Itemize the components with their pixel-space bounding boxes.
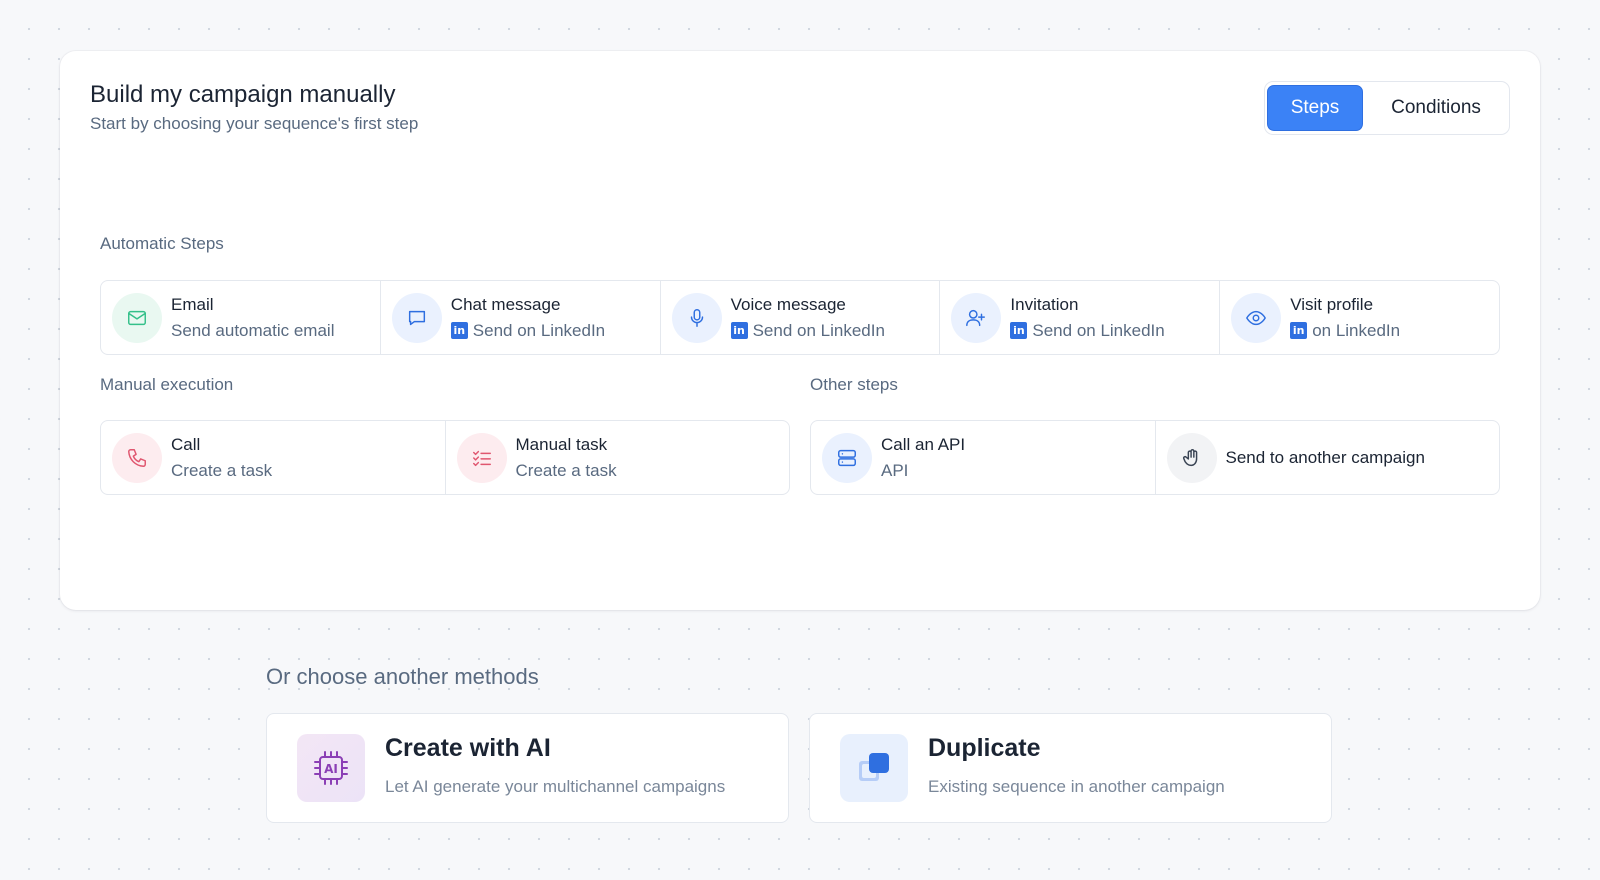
- step-title: Manual task: [515, 434, 608, 454]
- chat-icon: [391, 292, 442, 343]
- other-steps-label: Other steps: [810, 375, 898, 394]
- duplicate-card[interactable]: Duplicate Existing sequence in another c…: [809, 713, 1332, 823]
- steps-tab[interactable]: Steps: [1267, 85, 1363, 131]
- manual-execution-label: Manual execution: [100, 375, 234, 394]
- step-subtitle: API: [881, 460, 909, 480]
- page-subtitle: Start by choosing your sequence's first …: [90, 114, 419, 133]
- method-subtitle: Let AI generate your multichannel campai…: [385, 777, 726, 796]
- method-title: Duplicate: [928, 734, 1041, 762]
- step-invitation[interactable]: Invitation in Send on LinkedIn: [940, 281, 1221, 354]
- step-subtitle: on LinkedIn: [1312, 320, 1401, 340]
- step-title: Send to another campaign: [1225, 447, 1425, 467]
- ai-chip-icon: AI: [297, 734, 365, 802]
- step-title: Call: [171, 434, 201, 454]
- server-icon: [822, 432, 872, 483]
- step-subtitle: Send automatic email: [171, 320, 335, 340]
- manual-builder-card: Build my campaign manually Start by choo…: [60, 51, 1540, 610]
- step-title: Invitation: [1010, 294, 1079, 314]
- linkedin-icon: in: [730, 322, 748, 339]
- step-subtitle: Send on LinkedIn: [472, 320, 606, 340]
- linkedin-icon: in: [450, 322, 468, 339]
- microphone-icon: [671, 292, 722, 343]
- other-steps-row: Call an API API Send to another campaign: [810, 420, 1500, 495]
- step-visit-profile[interactable]: Visit profile in on LinkedIn: [1220, 281, 1499, 354]
- step-call[interactable]: Call Create a task: [101, 421, 446, 494]
- other-methods-title: Or choose another methods: [266, 664, 539, 689]
- step-email[interactable]: Email Send automatic email: [101, 281, 381, 354]
- step-subtitle: Send on LinkedIn: [752, 320, 885, 340]
- duplicate-icon: [840, 734, 908, 802]
- linkedin-icon: in: [1290, 322, 1308, 339]
- step-send-to-another-campaign[interactable]: Send to another campaign: [1156, 421, 1500, 494]
- step-subtitle: Create a task: [515, 460, 617, 480]
- user-plus-icon: [951, 292, 1002, 343]
- step-subtitle: Create a task: [171, 460, 273, 480]
- ai-chip-label: AI: [324, 762, 338, 776]
- phone-icon: [112, 432, 162, 483]
- manual-steps-row: Call Create a task Manual task Create a …: [100, 420, 790, 495]
- step-title: Voice message: [730, 294, 846, 314]
- create-with-ai-card[interactable]: AI Create with AI Let AI generate your m…: [266, 713, 789, 823]
- eye-icon: [1231, 292, 1282, 343]
- page-title: Build my campaign manually: [90, 81, 396, 108]
- step-title: Visit profile: [1290, 294, 1374, 314]
- step-title: Chat message: [450, 294, 561, 314]
- step-title: Email: [171, 294, 214, 314]
- step-chat-message[interactable]: Chat message in Send on LinkedIn: [381, 281, 661, 354]
- step-manual-task[interactable]: Manual task Create a task: [446, 421, 790, 494]
- automatic-steps-row: Email Send automatic email Chat message …: [100, 280, 1500, 355]
- linkedin-icon: in: [1010, 322, 1028, 339]
- method-subtitle: Existing sequence in another campaign: [928, 777, 1225, 796]
- step-title: Call an API: [881, 434, 966, 454]
- checklist-icon: [456, 432, 507, 483]
- step-voice-message[interactable]: Voice message in Send on LinkedIn: [661, 281, 941, 354]
- automatic-steps-label: Automatic Steps: [100, 234, 224, 253]
- method-title: Create with AI: [385, 734, 551, 762]
- step-call-api[interactable]: Call an API API: [811, 421, 1156, 494]
- steps-conditions-toggle: Steps Conditions: [1264, 81, 1510, 135]
- mail-icon: [112, 292, 162, 343]
- hand-icon: [1166, 432, 1217, 483]
- step-subtitle: Send on LinkedIn: [1032, 320, 1165, 340]
- conditions-tab[interactable]: Conditions: [1365, 85, 1507, 131]
